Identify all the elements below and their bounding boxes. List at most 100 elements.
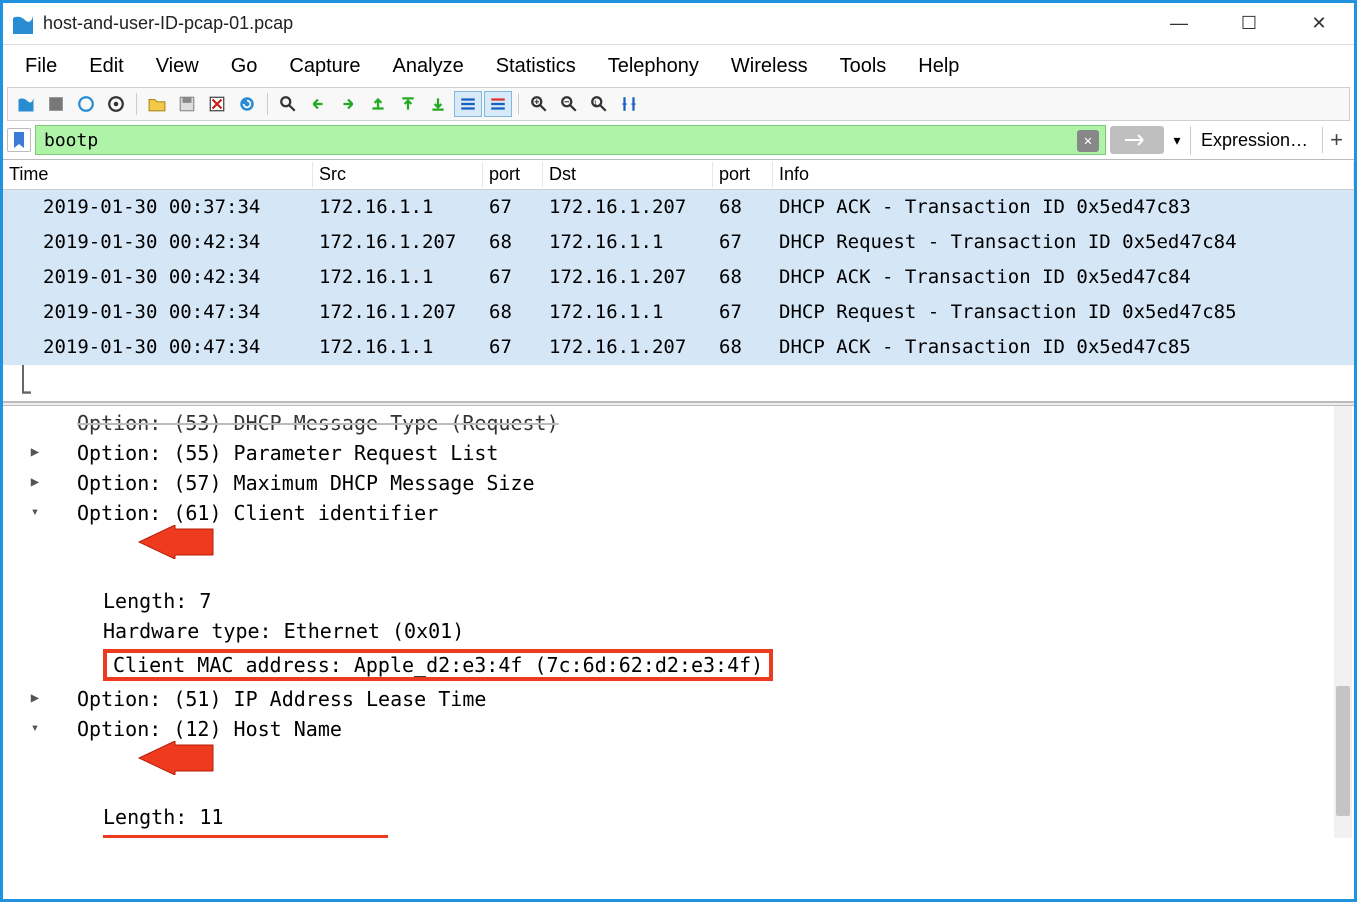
annotation-highlight: Host Name: Rogers-iPad (103, 835, 388, 838)
cell-src: 172.16.1.1 (313, 194, 483, 220)
svg-text:1: 1 (593, 100, 597, 107)
cell-time: 2019-01-30 00:37:34 (3, 194, 313, 220)
main-toolbar: 1 (7, 87, 1350, 121)
cell-dport: 67 (713, 229, 773, 255)
menu-view[interactable]: View (140, 51, 215, 82)
titlebar: host-and-user-ID-pcap-01.pcap ― ☐ ✕ (3, 3, 1354, 45)
zoom-out-icon[interactable] (555, 91, 583, 117)
packet-row[interactable]: 2019-01-30 00:42:34 172.16.1.207 68 172.… (3, 225, 1354, 260)
restart-capture-icon[interactable] (72, 91, 100, 117)
cell-dst: 172.16.1.207 (543, 264, 713, 290)
cell-src: 172.16.1.207 (313, 229, 483, 255)
cell-time: 2019-01-30 00:47:34 (3, 334, 313, 360)
apply-filter-button[interactable] (1110, 126, 1164, 154)
find-packet-icon[interactable] (274, 91, 302, 117)
packet-row[interactable]: 2019-01-30 00:47:34 172.16.1.1 67 172.16… (3, 330, 1354, 365)
packet-row[interactable]: 2019-01-30 00:47:34 172.16.1.207 68 172.… (3, 295, 1354, 330)
column-header-time[interactable]: Time (3, 162, 313, 187)
expression-button[interactable]: Expression… (1190, 126, 1318, 155)
stop-capture-icon[interactable] (42, 91, 70, 117)
minimize-button[interactable]: ― (1164, 9, 1194, 39)
cell-info: DHCP ACK - Transaction ID 0x5ed47c83 (773, 194, 1354, 220)
menu-telephony[interactable]: Telephony (592, 51, 715, 82)
column-header-sport[interactable]: port (483, 162, 543, 187)
column-header-dst[interactable]: Dst (543, 162, 713, 187)
collapse-caret-icon[interactable]: ▾ (27, 720, 43, 736)
save-file-icon[interactable] (173, 91, 201, 117)
menubar: File Edit View Go Capture Analyze Statis… (3, 45, 1354, 87)
go-back-icon[interactable] (304, 91, 332, 117)
menu-tools[interactable]: Tools (824, 51, 903, 82)
tree-item[interactable]: ▾Option: (61) Client identifier (3, 498, 1354, 586)
cell-dst: 172.16.1.207 (543, 334, 713, 360)
cell-dst: 172.16.1.207 (543, 194, 713, 220)
packet-row[interactable]: 2019-01-30 00:37:34 172.16.1.1 67 172.16… (3, 190, 1354, 225)
cell-dst: 172.16.1.1 (543, 299, 713, 325)
goto-last-icon[interactable] (424, 91, 452, 117)
go-forward-icon[interactable] (334, 91, 362, 117)
menu-wireless[interactable]: Wireless (715, 51, 824, 82)
cell-info: DHCP ACK - Transaction ID 0x5ed47c85 (773, 334, 1354, 360)
tree-item[interactable]: Client MAC address: Apple_d2:e3:4f (7c:6… (3, 646, 1354, 684)
menu-edit[interactable]: Edit (73, 51, 139, 82)
column-header-dport[interactable]: port (713, 162, 773, 187)
filter-history-dropdown[interactable]: ▾ (1168, 132, 1186, 149)
expand-caret-icon[interactable]: ▶ (27, 474, 43, 490)
cell-src: 172.16.1.1 (313, 264, 483, 290)
column-header-info[interactable]: Info (773, 162, 1354, 187)
tree-item[interactable]: ▾Option: (12) Host Name (3, 714, 1354, 802)
menu-statistics[interactable]: Statistics (480, 51, 592, 82)
menu-go[interactable]: Go (215, 51, 274, 82)
cell-time: 2019-01-30 00:42:34 (3, 264, 313, 290)
tree-item[interactable]: Length: 7 (3, 586, 1354, 616)
display-filter-input[interactable]: bootp ✕ (35, 125, 1106, 155)
cell-time: 2019-01-30 00:42:34 (3, 229, 313, 255)
add-filter-button[interactable]: + (1322, 127, 1350, 153)
details-scrollbar[interactable] (1334, 406, 1352, 838)
auto-scroll-icon[interactable] (454, 91, 482, 117)
tree-item[interactable]: Length: 11 (3, 802, 1354, 832)
menu-help[interactable]: Help (902, 51, 975, 82)
packet-list-header[interactable]: Time Src port Dst port Info (3, 160, 1354, 190)
tree-item[interactable]: ▶Option: (55) Parameter Request List (3, 438, 1354, 468)
expand-caret-icon[interactable]: ▶ (27, 690, 43, 706)
resize-columns-icon[interactable] (615, 91, 643, 117)
scrollbar-thumb[interactable] (1336, 686, 1350, 816)
capture-options-icon[interactable] (102, 91, 130, 117)
expand-caret-icon[interactable]: ▶ (27, 444, 43, 460)
tree-item[interactable]: Option: (53) DHCP Message Type (Request) (3, 408, 1354, 438)
start-capture-icon[interactable] (12, 91, 40, 117)
tree-item[interactable]: ▶Option: (51) IP Address Lease Time (3, 684, 1354, 714)
cell-dport: 68 (713, 264, 773, 290)
wireshark-fin-icon (11, 12, 35, 36)
cell-time: 2019-01-30 00:47:34 (3, 299, 313, 325)
menu-file[interactable]: File (9, 51, 73, 82)
goto-packet-icon[interactable] (364, 91, 392, 117)
close-button[interactable]: ✕ (1304, 9, 1334, 39)
column-header-src[interactable]: Src (313, 162, 483, 187)
annotation-arrow-icon (135, 741, 215, 775)
cell-sport: 68 (483, 299, 543, 325)
cell-info: DHCP ACK - Transaction ID 0x5ed47c84 (773, 264, 1354, 290)
cell-dport: 68 (713, 334, 773, 360)
goto-first-icon[interactable] (394, 91, 422, 117)
tree-item[interactable]: Host Name: Rogers-iPad (3, 832, 1354, 838)
close-file-icon[interactable] (203, 91, 231, 117)
maximize-button[interactable]: ☐ (1234, 9, 1264, 39)
zoom-reset-icon[interactable]: 1 (585, 91, 613, 117)
clear-filter-icon[interactable]: ✕ (1077, 130, 1099, 152)
cell-sport: 67 (483, 334, 543, 360)
colorize-icon[interactable] (484, 91, 512, 117)
packet-row[interactable]: 2019-01-30 00:42:34 172.16.1.1 67 172.16… (3, 260, 1354, 295)
reload-file-icon[interactable] (233, 91, 261, 117)
cell-sport: 67 (483, 194, 543, 220)
packet-list-pane: Time Src port Dst port Info 2019-01-30 0… (3, 159, 1354, 402)
zoom-in-icon[interactable] (525, 91, 553, 117)
tree-item[interactable]: ▶Option: (57) Maximum DHCP Message Size (3, 468, 1354, 498)
menu-capture[interactable]: Capture (273, 51, 376, 82)
open-file-icon[interactable] (143, 91, 171, 117)
tree-item[interactable]: Hardware type: Ethernet (0x01) (3, 616, 1354, 646)
menu-analyze[interactable]: Analyze (377, 51, 480, 82)
filter-bookmark-icon[interactable] (7, 128, 31, 152)
collapse-caret-icon[interactable]: ▾ (27, 504, 43, 520)
